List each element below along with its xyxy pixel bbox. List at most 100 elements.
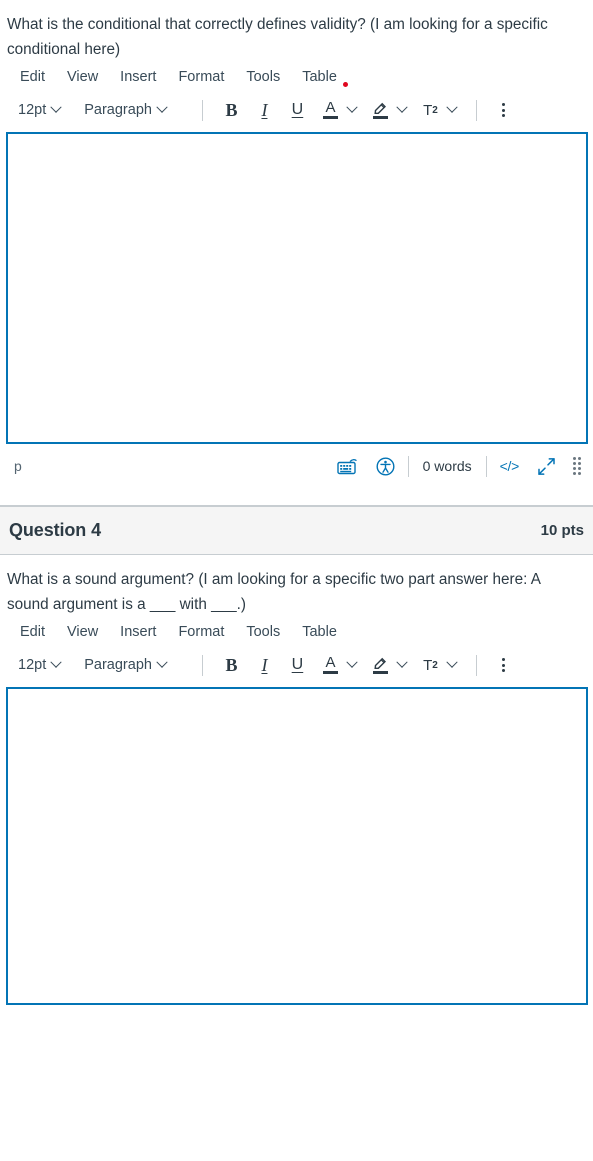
status-divider [407, 455, 409, 477]
text-color-split-button[interactable]: A [314, 95, 364, 125]
menu-insert[interactable]: Insert [120, 625, 156, 640]
toolbar-divider [475, 99, 477, 121]
chevron-down-icon[interactable] [396, 101, 408, 113]
superscript-split-button[interactable]: T2 [414, 95, 464, 125]
menu-edit[interactable]: Edit [20, 70, 45, 85]
chevron-down-icon[interactable] [346, 101, 358, 113]
text-color-swatch [322, 671, 338, 674]
question-block-3: What is the conditional that correctly d… [0, 0, 593, 506]
bold-button[interactable]: B [215, 650, 248, 680]
underline-button[interactable]: U [281, 650, 314, 680]
underline-button[interactable]: U [281, 95, 314, 125]
more-options-button[interactable] [489, 650, 519, 680]
grip-dot-icon [573, 457, 576, 460]
grip-dot-icon [578, 467, 581, 470]
menu-view[interactable]: View [67, 70, 98, 85]
italic-button[interactable]: I [248, 95, 281, 125]
text-color-icon: A [317, 97, 343, 123]
highlight-color-split-button[interactable] [364, 650, 414, 680]
rich-content-editor-3: Edit View Insert Format Tools Table 12pt… [0, 62, 593, 485]
block-format-select[interactable]: Paragraph [84, 656, 178, 673]
text-color-icon: A [317, 652, 343, 678]
toolbar-divider [475, 654, 477, 676]
resize-grip-icon[interactable] [565, 457, 587, 475]
expand-arrows-icon[interactable] [528, 457, 565, 476]
highlight-color-swatch [372, 116, 388, 119]
superscript-exponent: 2 [432, 104, 438, 116]
highlight-color-split-button[interactable] [364, 95, 414, 125]
status-divider [485, 455, 487, 477]
question-prompt-3: What is the conditional that correctly d… [7, 16, 548, 58]
highlight-button[interactable] [364, 95, 397, 125]
grip-dot-icon [573, 472, 576, 475]
html-editor-button[interactable]: </> [491, 458, 528, 474]
question-title: Question 4 [9, 520, 102, 540]
superscript-exponent: 2 [432, 659, 438, 671]
editor-toolbar-3: 12pt Paragraph B I U A T 2 [0, 92, 593, 128]
menu-table[interactable]: Table [302, 625, 337, 640]
font-size-select[interactable]: 12pt [18, 101, 72, 118]
chevron-down-icon [50, 101, 62, 113]
editor-content-area-3[interactable] [6, 132, 588, 444]
chevron-down-icon[interactable] [346, 656, 358, 668]
superscript-base: T [423, 656, 433, 674]
rich-content-editor-4: Edit View Insert Format Tools Table 12pt… [0, 617, 593, 1005]
kebab-dot-icon [502, 103, 506, 106]
accessibility-checker-icon[interactable] [367, 456, 404, 476]
menu-tools[interactable]: Tools [246, 625, 280, 640]
italic-button[interactable]: I [248, 650, 281, 680]
kebab-dot-icon [502, 114, 506, 117]
block-format-select[interactable]: Paragraph [84, 101, 178, 118]
chevron-down-icon [156, 656, 168, 668]
superscript-base: T [423, 101, 433, 119]
toolbar-divider [201, 99, 203, 121]
chevron-down-icon[interactable] [446, 101, 458, 113]
keyboard-icon[interactable] [328, 458, 367, 475]
superscript-button[interactable]: T2 [414, 650, 447, 680]
text-color-glyph: A [325, 99, 336, 116]
menu-format[interactable]: Format [178, 625, 224, 640]
more-options-button[interactable] [489, 95, 519, 125]
text-color-swatch [322, 116, 338, 119]
highlight-color-swatch [372, 671, 388, 674]
question-block-4: Question 4 10 pts What is a sound argume… [0, 506, 593, 1005]
block-format-value: Paragraph [84, 657, 152, 673]
highlighter-icon [367, 97, 393, 123]
menu-view[interactable]: View [67, 625, 98, 640]
grip-dot-icon [578, 457, 581, 460]
font-size-select[interactable]: 12pt [18, 656, 72, 673]
word-count: 0 words [422, 458, 472, 474]
font-size-value: 12pt [18, 657, 47, 673]
text-color-split-button[interactable]: A [314, 650, 364, 680]
grip-dot-icon [573, 467, 576, 470]
menu-tools[interactable]: Tools [246, 70, 280, 85]
menu-insert[interactable]: Insert [120, 70, 156, 85]
chevron-down-icon [156, 101, 168, 113]
toolbar-divider [201, 654, 203, 676]
chevron-down-icon[interactable] [396, 656, 408, 668]
editor-menubar-4: Edit View Insert Format Tools Table [0, 617, 593, 647]
editor-content-area-4[interactable] [6, 687, 588, 1005]
notification-dot-icon [342, 82, 348, 87]
menu-table[interactable]: Table [302, 70, 337, 85]
bold-button[interactable]: B [215, 95, 248, 125]
question-points: 10 pts [540, 522, 584, 539]
kebab-dot-icon [502, 658, 506, 661]
kebab-dot-icon [502, 663, 506, 667]
editor-status-bar-3: p 0 words </> [0, 447, 593, 485]
text-color-button[interactable]: A [314, 650, 347, 680]
superscript-button[interactable]: T2 [414, 95, 447, 125]
element-path[interactable]: p [14, 458, 22, 474]
status-bar-tools: 0 words </> [328, 455, 587, 477]
menu-edit[interactable]: Edit [20, 625, 45, 640]
editor-toolbar-4: 12pt Paragraph B I U A T 2 [0, 647, 593, 683]
text-color-button[interactable]: A [314, 95, 347, 125]
highlight-button[interactable] [364, 650, 397, 680]
text-color-glyph: A [325, 654, 336, 671]
superscript-split-button[interactable]: T2 [414, 650, 464, 680]
chevron-down-icon [50, 656, 62, 668]
kebab-dot-icon [502, 108, 506, 112]
chevron-down-icon[interactable] [446, 656, 458, 668]
menu-format[interactable]: Format [178, 70, 224, 85]
